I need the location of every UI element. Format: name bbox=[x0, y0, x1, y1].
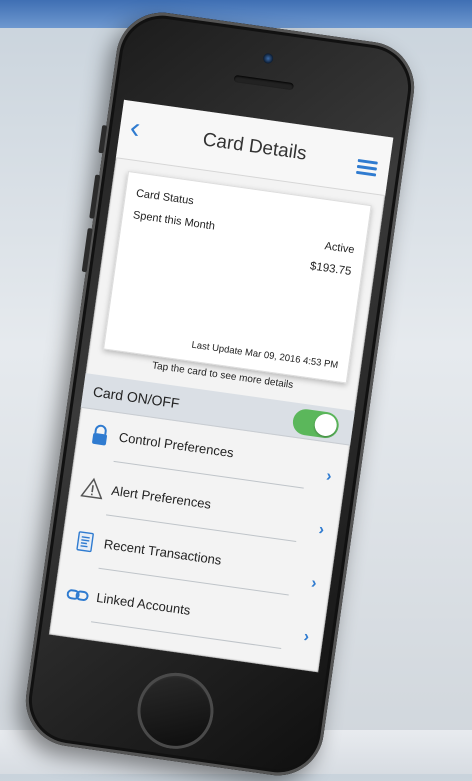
phone-body: ‹ Card Details Card Status Spent this Mo… bbox=[19, 6, 421, 781]
list-item-label: Control Preferences bbox=[118, 429, 235, 461]
card-onoff-toggle[interactable] bbox=[291, 407, 341, 440]
chevron-right-icon: › bbox=[310, 574, 318, 593]
spent-label: Spent this Month bbox=[132, 209, 216, 233]
warning-triangle-icon bbox=[80, 476, 105, 501]
chevron-right-icon: › bbox=[317, 521, 326, 539]
list-item-label: Alert Preferences bbox=[110, 482, 213, 512]
home-button[interactable] bbox=[132, 667, 219, 754]
lock-icon bbox=[88, 422, 113, 447]
hamburger-menu-icon[interactable] bbox=[355, 158, 378, 177]
receipt-icon bbox=[73, 529, 98, 554]
volume-down-button bbox=[81, 227, 93, 273]
chevron-right-icon: › bbox=[325, 467, 333, 486]
list-item-label: Linked Accounts bbox=[95, 589, 192, 618]
front-camera bbox=[262, 52, 274, 65]
card-status-value: Active bbox=[323, 240, 356, 257]
link-icon bbox=[65, 583, 90, 608]
earpiece-speaker bbox=[233, 74, 294, 91]
page-title: Card Details bbox=[201, 129, 308, 165]
list-item-label: Recent Transactions bbox=[102, 536, 223, 568]
toggle-knob bbox=[313, 412, 339, 438]
phone-screen: ‹ Card Details Card Status Spent this Mo… bbox=[48, 99, 394, 673]
phone-mockup: ‹ Card Details Card Status Spent this Mo… bbox=[10, 6, 440, 781]
mute-switch bbox=[98, 125, 108, 154]
card-onoff-label: Card ON/OFF bbox=[92, 383, 181, 412]
spent-value: $193.75 bbox=[309, 260, 353, 279]
card-summary[interactable]: Card Status Spent this Month Active $193… bbox=[103, 171, 372, 384]
divider bbox=[90, 621, 282, 649]
last-update-text: Last Update Mar 09, 2016 4:53 PM bbox=[190, 339, 339, 372]
chevron-right-icon: › bbox=[302, 628, 311, 646]
card-status-label: Card Status bbox=[135, 187, 195, 208]
volume-up-button bbox=[89, 174, 101, 219]
